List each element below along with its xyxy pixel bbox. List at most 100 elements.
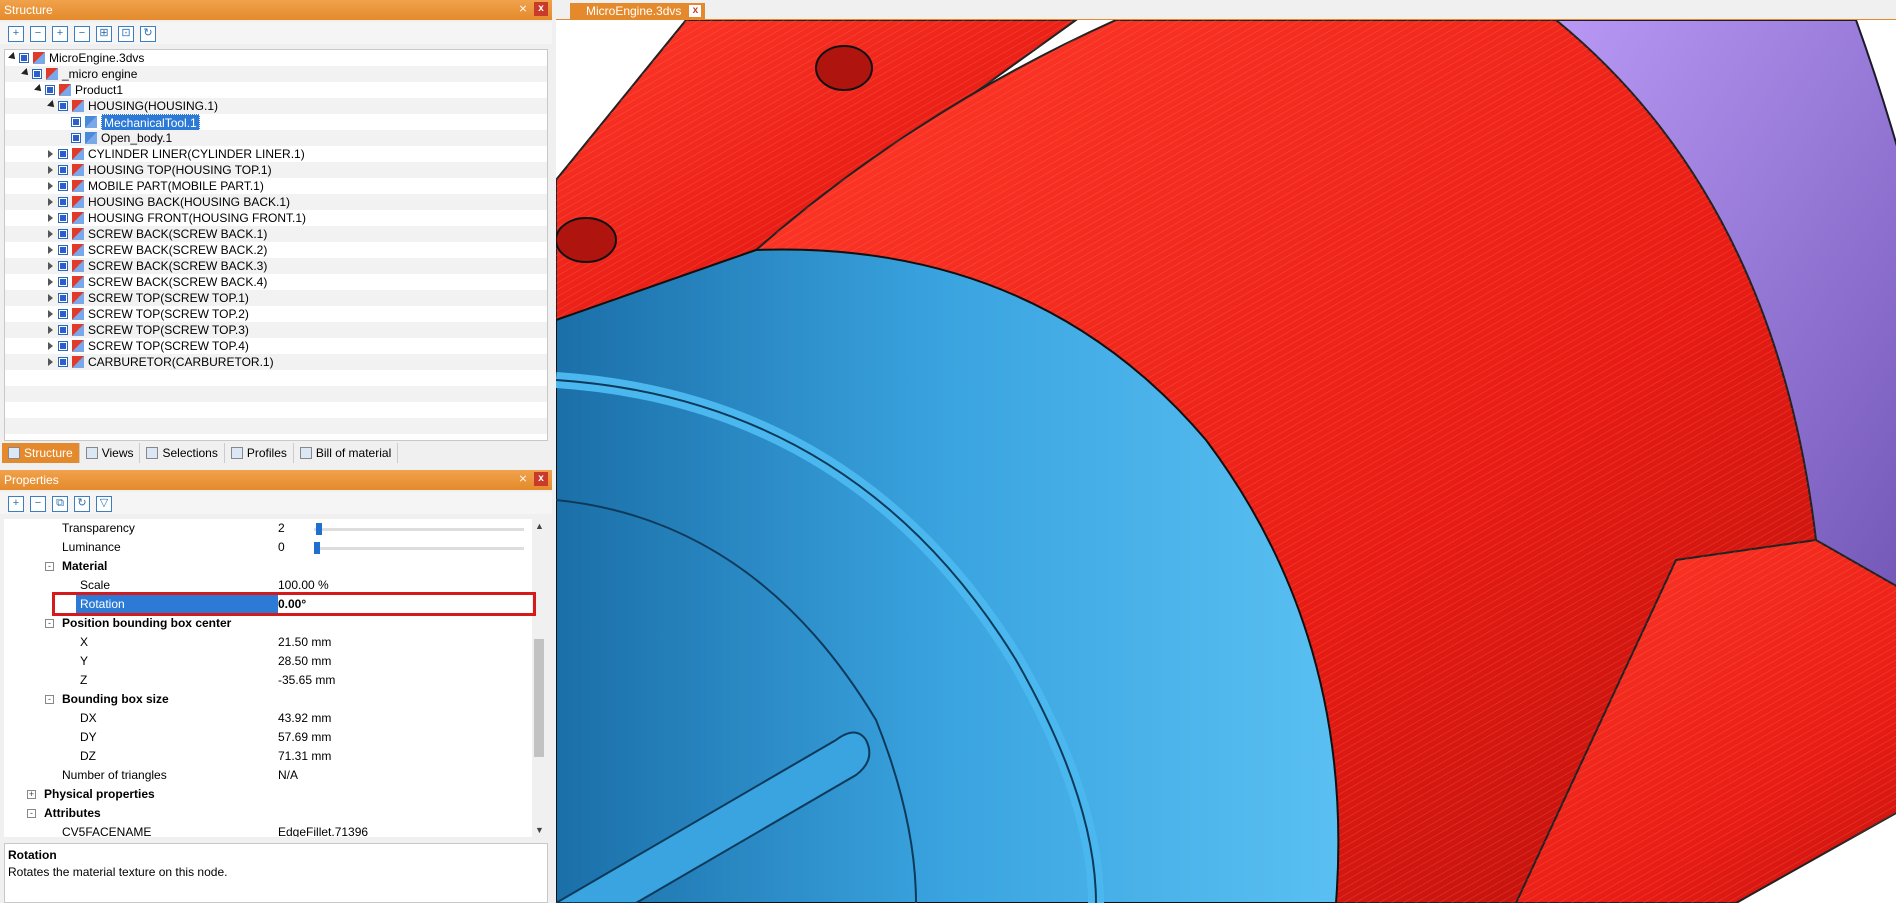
property-value[interactable]: 21.50 mm bbox=[278, 633, 331, 652]
refresh-icon[interactable]: ↻ bbox=[140, 26, 156, 42]
expand-arrow-icon[interactable] bbox=[48, 326, 53, 334]
visibility-checkbox[interactable] bbox=[58, 277, 68, 287]
collapse-icon[interactable]: - bbox=[45, 562, 54, 571]
tree-node-label[interactable]: HOUSING(HOUSING.1) bbox=[88, 98, 218, 114]
tree-node-label[interactable]: SCREW TOP(SCREW TOP.1) bbox=[88, 290, 249, 306]
expand-arrow-icon[interactable] bbox=[48, 294, 53, 302]
visibility-checkbox[interactable] bbox=[58, 165, 68, 175]
property-row[interactable]: DZ 71.31 mm bbox=[4, 747, 534, 766]
visibility-checkbox[interactable] bbox=[32, 69, 42, 79]
expand-all-icon[interactable]: + bbox=[8, 26, 24, 42]
tab-structure[interactable]: Structure bbox=[2, 443, 80, 463]
tab-selections[interactable]: Selections bbox=[140, 443, 225, 463]
expand-arrow-icon[interactable] bbox=[48, 358, 53, 366]
tree-node[interactable]: SCREW TOP(SCREW TOP.2) bbox=[5, 306, 547, 322]
expand-arrow-icon[interactable] bbox=[48, 182, 53, 190]
visibility-checkbox[interactable] bbox=[58, 357, 68, 367]
visibility-checkbox[interactable] bbox=[58, 325, 68, 335]
collapse-icon[interactable]: - bbox=[27, 809, 36, 818]
collapse-icon[interactable]: - bbox=[45, 695, 54, 704]
tree-node[interactable]: Open_body.1 bbox=[5, 130, 547, 146]
tree-node[interactable]: SCREW BACK(SCREW BACK.4) bbox=[5, 274, 547, 290]
collapse-icon[interactable]: - bbox=[45, 619, 54, 628]
tree-node-label[interactable]: MOBILE PART(MOBILE PART.1) bbox=[88, 178, 264, 194]
visibility-checkbox[interactable] bbox=[71, 117, 81, 127]
expand-icon[interactable]: + bbox=[52, 26, 68, 42]
property-row[interactable]: Number of triangles N/A bbox=[4, 766, 534, 785]
visibility-checkbox[interactable] bbox=[58, 101, 68, 111]
property-value[interactable]: N/A bbox=[278, 766, 298, 785]
property-row[interactable]: DX 43.92 mm bbox=[4, 709, 534, 728]
refresh-icon[interactable]: ↻ bbox=[74, 496, 90, 512]
expand-arrow-icon[interactable] bbox=[48, 262, 53, 270]
tree-node[interactable]: _micro engine bbox=[5, 66, 547, 82]
property-value[interactable]: 28.50 mm bbox=[278, 652, 331, 671]
tab-profiles[interactable]: Profiles bbox=[225, 443, 294, 463]
tree-node[interactable]: MechanicalTool.1 bbox=[5, 114, 547, 132]
tree-node[interactable]: CYLINDER LINER(CYLINDER LINER.1) bbox=[5, 146, 547, 162]
property-value[interactable]: 43.92 mm bbox=[278, 709, 331, 728]
tree-node-label[interactable]: SCREW BACK(SCREW BACK.1) bbox=[88, 226, 267, 242]
tree-node-label[interactable]: SCREW BACK(SCREW BACK.2) bbox=[88, 242, 267, 258]
visibility-checkbox[interactable] bbox=[58, 149, 68, 159]
property-row[interactable]: X 21.50 mm bbox=[4, 633, 534, 652]
copy-icon[interactable]: ⧉ bbox=[52, 496, 68, 512]
document-tab[interactable]: MicroEngine.3dvs x bbox=[570, 3, 706, 20]
tree-node-label[interactable]: SCREW TOP(SCREW TOP.3) bbox=[88, 322, 249, 338]
tree-node-label[interactable]: HOUSING BACK(HOUSING BACK.1) bbox=[88, 194, 290, 210]
collapse-all-icon[interactable]: − bbox=[30, 496, 46, 512]
close-tab-icon[interactable]: x bbox=[689, 5, 702, 17]
expand-arrow-icon[interactable] bbox=[48, 198, 53, 206]
property-value[interactable]: 71.31 mm bbox=[278, 747, 331, 766]
expand-arrow-icon[interactable] bbox=[48, 214, 53, 222]
tree-node[interactable]: SCREW BACK(SCREW BACK.1) bbox=[5, 226, 547, 242]
property-value[interactable]: EdgeFillet.71396 bbox=[278, 823, 368, 837]
property-value[interactable]: 0 bbox=[278, 538, 285, 557]
visibility-checkbox[interactable] bbox=[58, 293, 68, 303]
expand-arrow-icon[interactable] bbox=[48, 230, 53, 238]
collapse-arrow-icon[interactable] bbox=[34, 84, 44, 94]
expand-arrow-icon[interactable] bbox=[48, 278, 53, 286]
tree-node-label[interactable]: HOUSING FRONT(HOUSING FRONT.1) bbox=[88, 210, 306, 226]
tree-node[interactable]: MicroEngine.3dvs bbox=[5, 50, 547, 66]
collapse-all-icon[interactable]: − bbox=[30, 26, 46, 42]
tree-node[interactable]: SCREW TOP(SCREW TOP.3) bbox=[5, 322, 547, 338]
tree-node-label[interactable]: MicroEngine.3dvs bbox=[49, 50, 144, 66]
tree-node-label[interactable]: SCREW TOP(SCREW TOP.4) bbox=[88, 338, 249, 354]
expand-icon[interactable]: + bbox=[27, 790, 36, 799]
property-value[interactable]: 2 bbox=[278, 519, 285, 538]
property-group[interactable]: - Material bbox=[4, 557, 534, 576]
visibility-checkbox[interactable] bbox=[58, 245, 68, 255]
visibility-checkbox[interactable] bbox=[71, 133, 81, 143]
visibility-checkbox[interactable] bbox=[58, 197, 68, 207]
tree-node[interactable]: Product1 bbox=[5, 82, 547, 98]
visibility-checkbox[interactable] bbox=[58, 261, 68, 271]
tree-node-label[interactable]: SCREW TOP(SCREW TOP.2) bbox=[88, 306, 249, 322]
tree-node[interactable]: SCREW TOP(SCREW TOP.1) bbox=[5, 290, 547, 306]
expand-arrow-icon[interactable] bbox=[48, 150, 53, 158]
visibility-checkbox[interactable] bbox=[58, 229, 68, 239]
tree-node[interactable]: CARBURETOR(CARBURETOR.1) bbox=[5, 354, 547, 370]
tree-node[interactable]: HOUSING FRONT(HOUSING FRONT.1) bbox=[5, 210, 547, 226]
property-group[interactable]: + Physical properties bbox=[4, 785, 534, 804]
visibility-checkbox[interactable] bbox=[58, 309, 68, 319]
property-group[interactable]: - Bounding box size bbox=[4, 690, 534, 709]
3d-viewport[interactable] bbox=[556, 20, 1896, 903]
expand-arrow-icon[interactable] bbox=[48, 310, 53, 318]
property-row[interactable]: Z -35.65 mm bbox=[4, 671, 534, 690]
expand-arrow-icon[interactable] bbox=[48, 342, 53, 350]
close-icon[interactable]: x bbox=[534, 2, 548, 16]
slider-thumb[interactable] bbox=[314, 542, 320, 554]
pin-icon[interactable]: ⨯ bbox=[516, 472, 530, 486]
tree-node[interactable]: HOUSING TOP(HOUSING TOP.1) bbox=[5, 162, 547, 178]
property-row[interactable]: CV5FACENAME EdgeFillet.71396 bbox=[4, 823, 534, 837]
scroll-down-icon[interactable]: ▼ bbox=[535, 825, 544, 835]
visibility-checkbox[interactable] bbox=[58, 181, 68, 191]
tree-node-label[interactable]: SCREW BACK(SCREW BACK.4) bbox=[88, 274, 267, 290]
filter-icon[interactable]: ▽ bbox=[96, 496, 112, 512]
slider-track[interactable] bbox=[314, 547, 524, 550]
tree-node-label[interactable]: Product1 bbox=[75, 82, 123, 98]
filter-icon[interactable]: ⊡ bbox=[118, 26, 134, 42]
tab-bill-of-material[interactable]: Bill of material bbox=[294, 443, 399, 463]
visibility-checkbox[interactable] bbox=[58, 341, 68, 351]
